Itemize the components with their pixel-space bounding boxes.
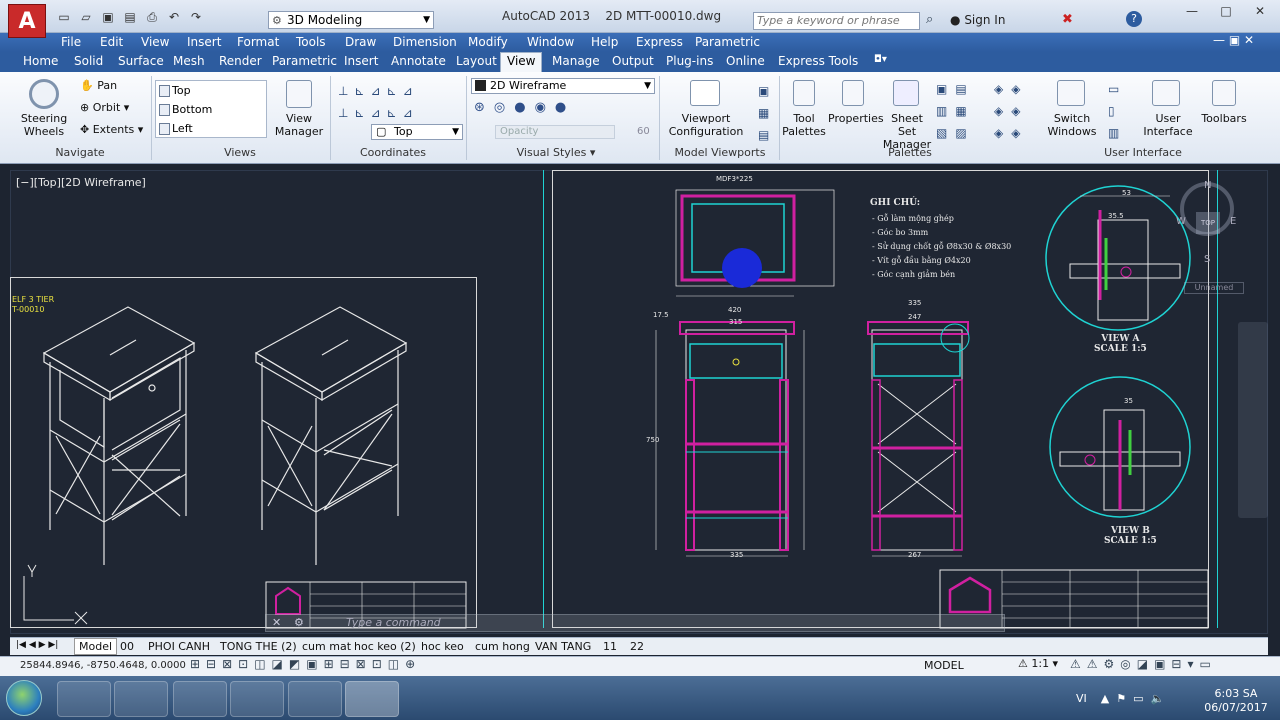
- sheet-title: ELF 3 TIER T-00010: [12, 295, 55, 314]
- compass-e: E: [1230, 216, 1237, 227]
- start-button[interactable]: [6, 680, 42, 716]
- layout-tab[interactable]: hoc keo (2): [354, 640, 416, 653]
- dim-front-750: 750: [646, 436, 660, 444]
- firefox-taskbar-icon[interactable]: [288, 681, 342, 717]
- dim-side-267: 267: [908, 551, 922, 559]
- dim-front-17-5: 17.5: [653, 311, 669, 319]
- explorer-taskbar-icon[interactable]: [57, 681, 111, 717]
- top-view: [675, 189, 835, 297]
- dim-front-335: 335: [730, 551, 744, 559]
- system-tray[interactable]: VI ▲ ⚑ ▭ 🔈: [1076, 692, 1164, 705]
- close-icon[interactable]: ✕: [272, 615, 281, 631]
- media-player-taskbar-icon[interactable]: [114, 681, 168, 717]
- status-tray-tools[interactable]: ⚠⚠⚙◎◪▣⊟▾▭: [1070, 657, 1217, 671]
- view-b-label: VIEW B SCALE 1:5: [1104, 526, 1157, 546]
- drafting-toggles[interactable]: ⊞⊟⊠⊡◫◪◩▣⊞⊟⊠⊡◫⊕: [190, 657, 421, 671]
- app-taskbar-icon[interactable]: [230, 681, 284, 717]
- layout-tab[interactable]: 11: [603, 640, 617, 653]
- tab-nav-arrows[interactable]: |◀ ◀ ▶ ▶|: [16, 640, 58, 650]
- annotation-scale[interactable]: ⚠ 1:1 ▾: [1018, 657, 1058, 670]
- model-space-toggle[interactable]: MODEL: [924, 659, 964, 672]
- layout-tab[interactable]: cum hong: [475, 640, 530, 653]
- compass-n: N: [1204, 180, 1212, 191]
- front-view: [655, 321, 805, 557]
- nightstand-3d-right: [254, 306, 408, 565]
- notes-list: - Gỗ làm mộng ghép - Góc bo 3mm - Sử dụng …: [872, 214, 1012, 279]
- dim-view-a-35-5: 35.5: [1108, 212, 1124, 220]
- view-cube[interactable]: TOP N E W S: [1176, 178, 1237, 268]
- compass-s: S: [1204, 254, 1211, 265]
- dim-front-315: 315: [729, 318, 743, 326]
- dim-side-247: 247: [908, 313, 922, 321]
- drawing-geometry: [23, 185, 1209, 629]
- dim-view-a-53: 53: [1122, 189, 1131, 197]
- layout-tab-strip: |◀ ◀ ▶ ▶| Model 00 PHOI CANH TONG THE (2…: [10, 637, 1268, 655]
- detail-view-b: [1049, 376, 1191, 518]
- autocad-logo-icon[interactable]: A: [8, 4, 46, 38]
- view-cube-face-top[interactable]: TOP: [1196, 212, 1220, 234]
- ucs-icon: [23, 564, 88, 625]
- compass-w: W: [1176, 216, 1186, 227]
- side-view: [867, 321, 970, 557]
- layout-tab[interactable]: 22: [630, 640, 644, 653]
- navigation-bar[interactable]: [1238, 322, 1268, 518]
- nightstand-3d-left: [42, 306, 196, 565]
- layout-tab-model[interactable]: Model: [74, 638, 118, 655]
- command-line[interactable]: ✕ ⚙ Type a command: [265, 614, 1005, 632]
- autocad-taskbar-icon[interactable]: [345, 681, 399, 717]
- detail-view-a: [1045, 185, 1191, 331]
- coordinate-readout[interactable]: 25844.8946, -8750.4648, 0.0000: [20, 660, 186, 671]
- dim-top-width: MDF3*225: [716, 175, 753, 183]
- layout-tab[interactable]: VAN TANG: [535, 640, 591, 653]
- layout-tab[interactable]: TONG THE (2): [220, 640, 297, 653]
- wcs-menu[interactable]: Unnamed: [1184, 282, 1244, 294]
- dim-view-b-35: 35: [1124, 397, 1133, 405]
- layout-tab[interactable]: cum mat: [302, 640, 351, 653]
- notes-title: GHI CHÚ:: [870, 198, 921, 208]
- dim-top-420: 420: [728, 306, 742, 314]
- dim-side-335: 335: [908, 299, 922, 307]
- view-a-label: VIEW A SCALE 1:5: [1094, 334, 1147, 354]
- layout-tab[interactable]: 00: [120, 640, 134, 653]
- wrench-icon[interactable]: ⚙: [294, 615, 304, 631]
- clock[interactable]: 6:03 SA 06/07/2017: [1196, 687, 1276, 715]
- layout-tab[interactable]: hoc keo: [421, 640, 464, 653]
- chrome-taskbar-icon[interactable]: [173, 681, 227, 717]
- layout-tab[interactable]: PHOI CANH: [148, 640, 210, 653]
